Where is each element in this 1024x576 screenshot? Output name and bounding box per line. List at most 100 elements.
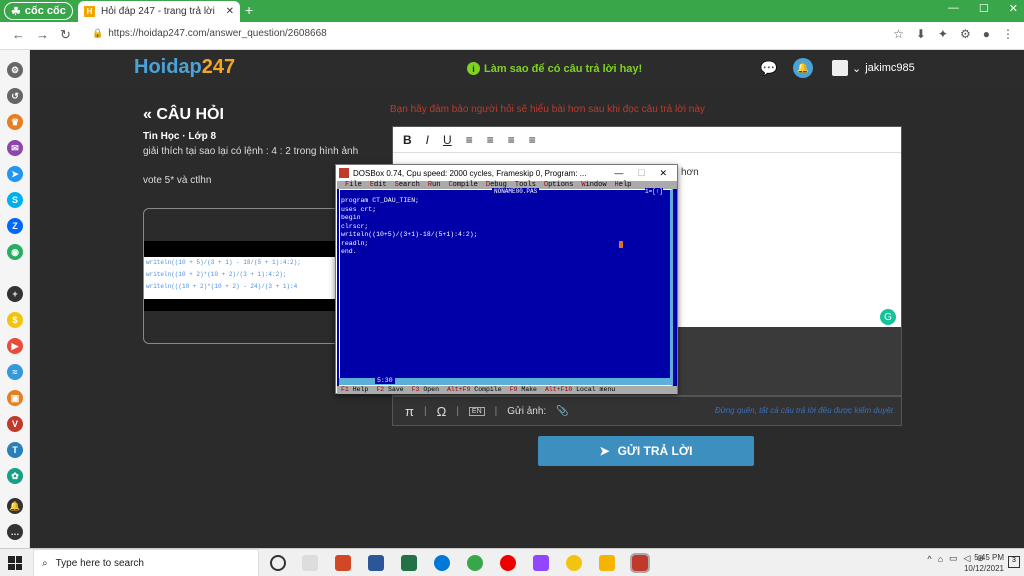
start-button[interactable]: [8, 556, 22, 570]
notification-icon[interactable]: 3: [1008, 556, 1020, 568]
app-icon[interactable]: [566, 555, 582, 571]
pascal-code[interactable]: program CT_DAU_TIEN; uses crt; begin clr…: [341, 197, 478, 257]
minimize-icon[interactable]: —: [614, 168, 623, 179]
back-icon[interactable]: ←: [12, 27, 25, 42]
coccoc-menu-button[interactable]: ☘ cốc cốc: [4, 2, 73, 20]
apps-icon[interactable]: ✿: [7, 468, 23, 484]
more-icon[interactable]: …: [7, 524, 23, 540]
messenger-icon[interactable]: ✉: [7, 140, 23, 156]
notification-bell-icon[interactable]: 🔔: [793, 58, 813, 78]
maximize-icon[interactable]: ☐: [979, 2, 989, 15]
language-button[interactable]: EN: [468, 406, 485, 416]
menu-compile[interactable]: Compile: [448, 181, 477, 189]
menu-help[interactable]: Help: [615, 181, 632, 189]
omega-button[interactable]: Ω: [437, 404, 447, 419]
task-view-icon[interactable]: [302, 555, 318, 571]
cortana-icon[interactable]: [270, 555, 286, 571]
shop-icon[interactable]: ▣: [7, 390, 23, 406]
download-icon[interactable]: ⬇: [916, 27, 926, 41]
status-f9[interactable]: F9 Make: [510, 386, 537, 394]
bookmark-star-icon[interactable]: ☆: [893, 27, 904, 41]
italic-button[interactable]: I: [426, 133, 429, 147]
menu-icon[interactable]: ⋮: [1002, 27, 1014, 41]
menu-edit[interactable]: Edit: [370, 181, 387, 189]
chevron-up-icon[interactable]: ^: [927, 554, 931, 564]
skype-icon[interactable]: S: [7, 192, 23, 208]
status-f2[interactable]: F2 Save: [376, 386, 403, 394]
pi-button[interactable]: π: [405, 404, 414, 419]
site-logo[interactable]: Hoidap247: [134, 56, 235, 79]
extension-icon[interactable]: ✦: [938, 27, 948, 41]
attach-icon[interactable]: 📎: [556, 406, 568, 417]
clock[interactable]: 5:45 PM 10/12/2021: [964, 552, 1004, 574]
dosbox-taskbar-icon[interactable]: [630, 553, 650, 573]
game-icon[interactable]: ◉: [7, 244, 23, 260]
puzzle-icon[interactable]: ⚙: [960, 27, 971, 41]
minimize-icon[interactable]: —: [948, 2, 959, 15]
browser-tab[interactable]: H Hỏi đáp 247 - trang trả lời ✕: [78, 1, 240, 22]
chat-icon[interactable]: 💬: [760, 60, 777, 77]
forward-icon[interactable]: →: [36, 27, 49, 42]
hint-link[interactable]: i Làm sao để có câu trả lời hay!: [467, 62, 642, 75]
telegram-icon[interactable]: ➤: [7, 166, 23, 182]
coccoc-taskbar-icon[interactable]: [467, 555, 483, 571]
question-image[interactable]: writeln((10 + 5)/(3 + 1) - 18/(5 + 1):4:…: [143, 208, 343, 344]
maximize-icon[interactable]: ☐: [637, 168, 645, 179]
menu-run[interactable]: Run: [428, 181, 441, 189]
taskbar-search[interactable]: ⌕ Type here to search: [33, 549, 259, 576]
submit-answer-button[interactable]: ➤ GỬI TRẢ LỜI: [538, 436, 754, 466]
status-f1[interactable]: F1 Help: [341, 386, 368, 394]
align-justify-button[interactable]: ≡: [529, 133, 536, 147]
menu-search[interactable]: Search: [395, 181, 420, 189]
status-f3[interactable]: F3 Open: [412, 386, 439, 394]
battery-icon[interactable]: ▭: [949, 553, 958, 564]
bold-button[interactable]: B: [403, 133, 412, 147]
youtube-icon[interactable]: ▶: [7, 338, 23, 354]
menu-window[interactable]: Window: [581, 181, 606, 189]
dosbox-title-bar[interactable]: DOSBox 0.74, Cpu speed: 2000 cycles, Fra…: [336, 165, 677, 181]
file-explorer-icon[interactable]: [599, 555, 615, 571]
menu-options[interactable]: Options: [544, 181, 573, 189]
dosbox-window[interactable]: DOSBox 0.74, Cpu speed: 2000 cycles, Fra…: [335, 164, 678, 394]
chevron-down-icon: ⌄: [852, 62, 862, 75]
question-heading[interactable]: « CÂU HỎI: [143, 106, 224, 124]
wifi-icon[interactable]: ≈: [7, 364, 23, 380]
profile-icon[interactable]: ●: [983, 27, 990, 41]
settings-icon[interactable]: ⚙: [7, 62, 23, 78]
image-code: writeln((10 + 5)/(3 + 1) - 18/(5 + 1):4:…: [144, 257, 342, 299]
zalo-icon[interactable]: Z: [7, 218, 23, 234]
reload-icon[interactable]: ↻: [60, 27, 71, 43]
vtv-icon[interactable]: V: [7, 416, 23, 432]
status-altf9[interactable]: Alt+F9 Compile: [447, 386, 502, 394]
network-icon[interactable]: ⌂: [938, 554, 943, 564]
underline-button[interactable]: U: [443, 133, 452, 147]
tiki-icon[interactable]: T: [7, 442, 23, 458]
menu-file[interactable]: File: [345, 181, 362, 189]
clock-date: 10/12/2021: [963, 564, 1004, 573]
powerpoint-icon[interactable]: [335, 555, 351, 571]
status-altf10[interactable]: Alt+F10 Local menu: [545, 386, 615, 394]
word-icon[interactable]: [368, 555, 384, 571]
history-icon[interactable]: ↺: [7, 88, 23, 104]
close-tab-icon[interactable]: ✕: [226, 6, 234, 17]
close-window-icon[interactable]: ✕: [1009, 2, 1018, 15]
grammarly-icon[interactable]: G: [880, 309, 896, 325]
dosbox-screen[interactable]: File Edit Search Run Compile Debug Tools…: [337, 181, 677, 394]
editor-content[interactable]: hơn: [681, 167, 699, 178]
user-menu[interactable]: ⌄ jakimc985: [832, 60, 915, 76]
edge-icon[interactable]: [434, 555, 450, 571]
excel-icon[interactable]: [401, 555, 417, 571]
align-center-button[interactable]: ≡: [487, 133, 494, 147]
opera-icon[interactable]: [500, 555, 516, 571]
new-tab-button[interactable]: +: [245, 2, 253, 18]
align-right-button[interactable]: ≡: [508, 133, 515, 147]
sale-icon[interactable]: $: [7, 312, 23, 328]
crown-icon[interactable]: ♛: [7, 114, 23, 130]
bell-sidebar-icon[interactable]: 🔔: [7, 498, 23, 514]
url-field[interactable]: 🔒 https://hoidap247.com/answer_question/…: [92, 28, 327, 39]
twitch-icon[interactable]: [533, 555, 549, 571]
close-icon[interactable]: ✕: [659, 168, 667, 179]
add-icon[interactable]: +: [7, 286, 23, 302]
status-label: Compile: [474, 386, 502, 393]
align-left-button[interactable]: ≡: [466, 133, 473, 147]
